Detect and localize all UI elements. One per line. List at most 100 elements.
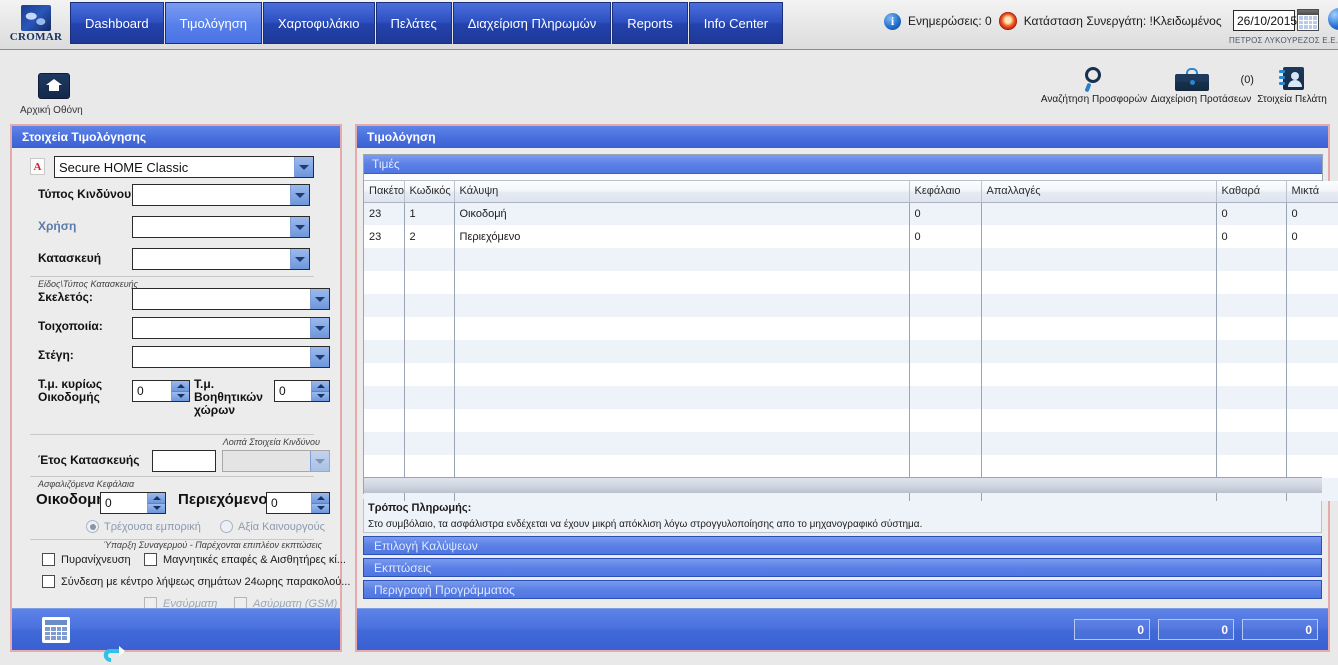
cell-empty[interactable] <box>1216 386 1287 409</box>
stepper-up-icon[interactable] <box>147 493 165 504</box>
stepper-down-icon[interactable] <box>311 503 329 513</box>
cell-empty[interactable] <box>404 386 455 409</box>
nav-tab-3[interactable]: Χαρτοφυλάκιο <box>262 2 375 44</box>
cell-empty[interactable] <box>981 248 1217 271</box>
current-market-value-radio[interactable]: Τρέχουσα εμπορική <box>86 520 201 533</box>
stepper-down-icon[interactable] <box>171 391 189 401</box>
nav-tab-6[interactable]: Reports <box>612 2 688 44</box>
globe-icon[interactable] <box>1328 8 1338 30</box>
cell-empty[interactable] <box>1286 340 1338 363</box>
nav-tab-7[interactable]: Info Center <box>688 2 784 44</box>
roof-combobox[interactable] <box>132 346 330 368</box>
cell-empty[interactable] <box>364 294 405 317</box>
cell-empty[interactable] <box>404 340 455 363</box>
cell-empty[interactable] <box>364 317 405 340</box>
date-input[interactable]: 26/10/2015 <box>1233 10 1297 31</box>
undo-icon[interactable] <box>100 643 128 665</box>
monitoring-center-checkbox[interactable]: Σύνδεση με κέντρο λήψεως σημάτων 24ωρης … <box>42 575 350 588</box>
chevron-down-icon[interactable] <box>310 451 329 471</box>
table-row-empty[interactable] <box>364 409 1338 432</box>
cell-empty[interactable] <box>909 248 982 271</box>
column-header-5[interactable]: Απαλλαγές <box>981 181 1217 203</box>
cell-empty[interactable] <box>454 271 910 294</box>
cell-empty[interactable] <box>1216 409 1287 432</box>
nav-tab-2[interactable]: Τιμολόγηση <box>164 2 262 44</box>
construction-year-input[interactable] <box>152 450 216 472</box>
cell-empty[interactable] <box>1286 294 1338 317</box>
checkbox-icon[interactable] <box>144 553 157 566</box>
cell-empty[interactable] <box>364 386 405 409</box>
chevron-down-icon[interactable] <box>290 185 309 205</box>
cell-empty[interactable] <box>364 432 405 455</box>
chevron-down-icon[interactable] <box>310 347 329 367</box>
cell-empty[interactable] <box>981 294 1217 317</box>
table-row-empty[interactable] <box>364 294 1338 317</box>
customer-details-button[interactable]: Στοιχεία Πελάτη <box>1254 66 1330 105</box>
cell-empty[interactable] <box>981 317 1217 340</box>
table-row-empty[interactable] <box>364 248 1338 271</box>
column-header-1[interactable]: Πακέτο <box>364 181 405 203</box>
stepper-down-icon[interactable] <box>147 503 165 513</box>
cell-coverage[interactable]: Οικοδομή <box>454 202 910 225</box>
cell-coverage[interactable]: Περιεχόμενο <box>454 225 910 248</box>
table-row-empty[interactable] <box>364 432 1338 455</box>
cell-net[interactable]: 0 <box>1216 225 1287 248</box>
cell-empty[interactable] <box>454 294 910 317</box>
cell-empty[interactable] <box>454 317 910 340</box>
cell-empty[interactable] <box>454 248 910 271</box>
cell-empty[interactable] <box>454 432 910 455</box>
cell-package[interactable]: 23 <box>364 202 405 225</box>
calendar-icon[interactable] <box>1297 9 1319 31</box>
table-row-empty[interactable] <box>364 455 1338 478</box>
cell-empty[interactable] <box>1216 271 1287 294</box>
cell-empty[interactable] <box>1286 317 1338 340</box>
contents-capital-stepper[interactable]: 0 <box>266 492 330 514</box>
cell-empty[interactable] <box>981 271 1217 294</box>
checkbox-icon[interactable] <box>42 553 55 566</box>
cell-empty[interactable] <box>909 340 982 363</box>
home-button[interactable] <box>38 73 70 99</box>
cell-empty[interactable] <box>364 271 405 294</box>
table-row-empty[interactable] <box>364 363 1338 386</box>
section-bar-2[interactable]: Εκπτώσεις <box>363 558 1322 577</box>
cell-empty[interactable] <box>404 363 455 386</box>
cell-empty[interactable] <box>909 386 982 409</box>
stepper-up-icon[interactable] <box>311 381 329 392</box>
cell-empty[interactable] <box>909 409 982 432</box>
usage-combobox[interactable] <box>132 216 310 238</box>
cell-gross[interactable]: 0 <box>1286 225 1338 248</box>
cell-empty[interactable] <box>1286 409 1338 432</box>
manage-proposals-button[interactable]: (0) Διαχείριση Προτάσεων <box>1148 66 1254 105</box>
pdf-icon[interactable]: A <box>30 158 45 175</box>
magnetic-contacts-checkbox[interactable]: Μαγνητικές επαφές & Αισθητήρες κί... <box>144 553 346 566</box>
table-row-empty[interactable] <box>364 271 1338 294</box>
cell-empty[interactable] <box>404 317 455 340</box>
table-row[interactable]: 232Περιεχόμενο000✖ <box>364 225 1338 248</box>
total-box[interactable]: 0 <box>1074 619 1150 640</box>
cell-empty[interactable] <box>404 294 455 317</box>
cell-empty[interactable] <box>454 409 910 432</box>
column-header-2[interactable]: Κωδικός <box>404 181 455 203</box>
cell-empty[interactable] <box>909 363 982 386</box>
cell-package[interactable]: 23 <box>364 225 405 248</box>
cell-empty[interactable] <box>981 432 1217 455</box>
chevron-down-icon[interactable] <box>310 318 329 338</box>
cell-empty[interactable] <box>1286 386 1338 409</box>
cell-empty[interactable] <box>1286 248 1338 271</box>
chevron-down-icon[interactable] <box>294 157 313 177</box>
nav-tab-1[interactable]: Dashboard <box>70 2 164 44</box>
cell-empty[interactable] <box>454 386 910 409</box>
cell-empty[interactable] <box>404 248 455 271</box>
cell-gross[interactable]: 0 <box>1286 202 1338 225</box>
cell-empty[interactable] <box>454 340 910 363</box>
cell-empty[interactable] <box>909 294 982 317</box>
cell-net[interactable]: 0 <box>1216 202 1287 225</box>
stepper-up-icon[interactable] <box>311 493 329 504</box>
checkbox-icon[interactable] <box>42 575 55 588</box>
calculator-icon[interactable] <box>42 617 70 643</box>
cell-empty[interactable] <box>909 455 982 478</box>
cell-empty[interactable] <box>404 271 455 294</box>
table-row-empty[interactable] <box>364 317 1338 340</box>
aux-area-stepper[interactable]: 0 <box>274 380 330 402</box>
cell-empty[interactable] <box>404 409 455 432</box>
